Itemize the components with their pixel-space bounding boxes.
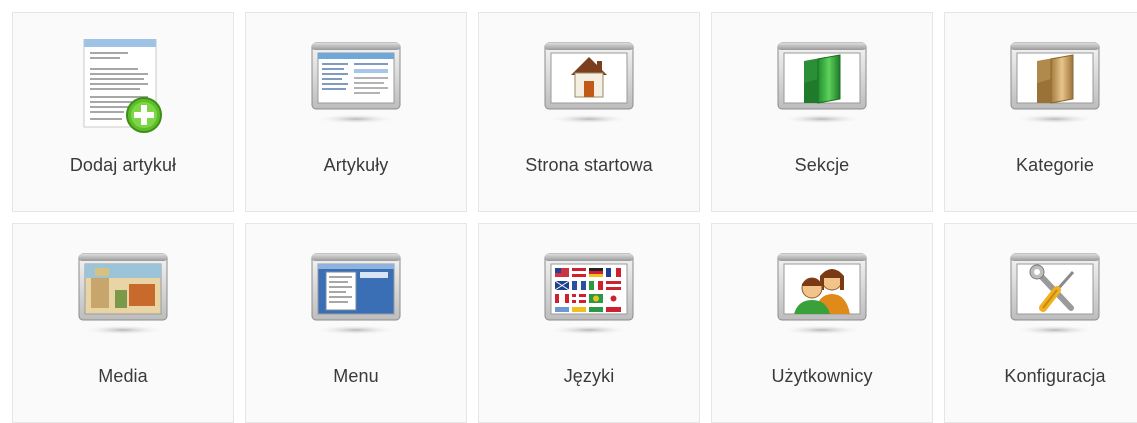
control-panel-grid: Dodaj artykuł Artykuły Strona startowa S… — [12, 12, 1137, 423]
tile-articles[interactable]: Artykuły — [245, 12, 467, 212]
tile-languages[interactable]: Języki — [478, 223, 700, 423]
tile-label: Media — [98, 366, 148, 386]
tile-configuration[interactable]: Konfiguracja — [944, 223, 1137, 423]
sections-folder-icon — [777, 42, 867, 124]
articles-icon — [311, 42, 401, 124]
tile-label: Użytkownicy — [771, 366, 873, 386]
tile-label: Artykuły — [323, 155, 389, 175]
tile-categories[interactable]: Kategorie — [944, 12, 1137, 212]
tile-label: Strona startowa — [525, 155, 653, 175]
tile-label: Języki — [563, 366, 615, 386]
tile-add-article[interactable]: Dodaj artykuł — [12, 12, 234, 212]
tile-label: Dodaj artykuł — [69, 155, 177, 175]
add-article-icon — [83, 39, 162, 133]
tile-label: Konfiguracja — [1004, 366, 1106, 386]
media-icon — [78, 253, 168, 335]
tile-label: Menu — [333, 366, 379, 386]
tile-users[interactable]: Użytkownicy — [711, 223, 933, 423]
configuration-tools-icon — [1010, 253, 1100, 335]
tile-menu[interactable]: Menu — [245, 223, 467, 423]
tile-label: Kategorie — [1016, 155, 1094, 175]
users-icon — [777, 253, 867, 335]
tile-home-page[interactable]: Strona startowa — [478, 12, 700, 212]
categories-folder-icon — [1010, 42, 1100, 124]
tile-media[interactable]: Media — [12, 223, 234, 423]
tile-label: Sekcje — [794, 155, 850, 175]
tile-sections[interactable]: Sekcje — [711, 12, 933, 212]
menu-icon — [311, 253, 401, 335]
languages-flags-icon — [544, 253, 634, 335]
home-icon — [544, 42, 634, 124]
